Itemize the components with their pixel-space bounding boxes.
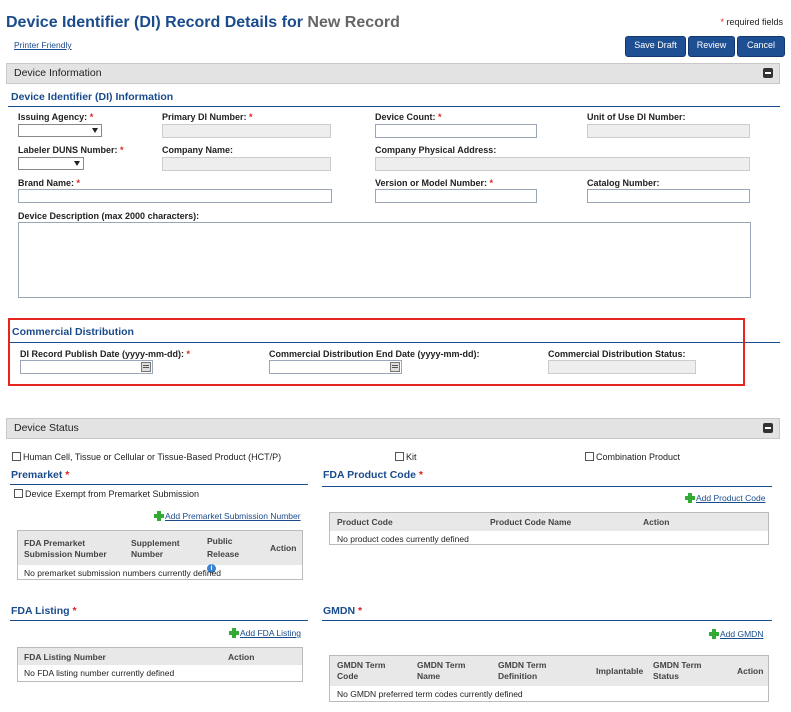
table-header: GMDN Term Code GMDN Term Name GMDN Term …: [330, 656, 768, 686]
column-header: GMDN Term Definition: [498, 660, 547, 681]
collapse-icon[interactable]: [763, 423, 773, 433]
device-description-label: Device Description (max 2000 characters)…: [18, 211, 200, 221]
column-header: Product Code: [337, 517, 393, 527]
add-product-code-link[interactable]: Add Product Code: [685, 493, 765, 503]
section-divider: [322, 620, 772, 621]
di-information-heading: Device Identifier (DI) Information: [11, 91, 174, 103]
kit-checkbox-row[interactable]: Kit: [395, 452, 417, 462]
unit-of-use-label: Unit of Use DI Number:: [587, 112, 686, 122]
add-fda-listing-link[interactable]: Add FDA Listing: [229, 628, 301, 638]
device-description-textarea[interactable]: [18, 222, 751, 298]
add-icon: [685, 493, 695, 503]
cancel-button[interactable]: Cancel: [737, 36, 785, 57]
gmdn-heading: GMDN *: [323, 605, 363, 617]
product-code-table: Product Code Product Code Name Action No…: [329, 512, 769, 545]
device-status-panel-header: Device Status: [6, 418, 780, 439]
highlight-box: [8, 318, 745, 386]
company-name-label: Company Name:: [162, 145, 234, 155]
add-icon: [709, 629, 719, 639]
exempt-checkbox-row[interactable]: Device Exempt from Premarket Submission: [14, 489, 199, 499]
issuing-agency-select[interactable]: [18, 124, 102, 137]
catalog-number-input[interactable]: [587, 189, 750, 203]
column-header: GMDN Term Code: [337, 660, 386, 681]
empty-row: No premarket submission numbers currentl…: [24, 568, 222, 578]
save-draft-button[interactable]: Save Draft: [625, 36, 686, 57]
column-header: Action: [228, 652, 255, 662]
version-model-label: Version or Model Number: *: [375, 178, 494, 188]
column-header: GMDN Term Name: [417, 660, 466, 681]
labeler-duns-select[interactable]: [18, 157, 84, 170]
add-icon: [229, 628, 239, 638]
column-header: Supplement Number: [131, 538, 180, 559]
column-header: Implantable: [596, 666, 644, 676]
table-header: FDA Listing Number Action: [18, 648, 302, 665]
collapse-icon[interactable]: [763, 68, 773, 78]
brand-name-input[interactable]: [18, 189, 332, 203]
device-count-label: Device Count: *: [375, 112, 442, 122]
gmdn-table: GMDN Term Code GMDN Term Name GMDN Term …: [329, 655, 769, 702]
required-fields-note: * required fields: [720, 17, 783, 27]
fda-listing-table: FDA Listing Number Action No FDA listing…: [17, 647, 303, 682]
add-premarket-link[interactable]: Add Premarket Submission Number: [154, 511, 301, 521]
fda-listing-heading: FDA Listing *: [11, 605, 77, 617]
column-header: Action: [737, 666, 764, 676]
labeler-duns-label: Labeler DUNS Number: *: [18, 145, 124, 155]
premarket-heading: Premarket *: [11, 469, 70, 481]
column-header: Action: [270, 543, 297, 553]
unit-of-use-field: [587, 124, 750, 138]
table-header: FDA Premarket Submission Number Suppleme…: [18, 531, 302, 573]
empty-row: No GMDN preferred term codes currently d…: [337, 689, 523, 699]
catalog-number-label: Catalog Number:: [587, 178, 660, 188]
company-address-field: [375, 157, 750, 171]
combination-checkbox[interactable]: [585, 452, 594, 461]
column-header: Product Code Name: [490, 517, 572, 527]
brand-name-label: Brand Name: *: [18, 178, 81, 188]
empty-row: No product codes currently defined: [337, 534, 469, 544]
product-code-heading: FDA Product Code *: [323, 469, 423, 481]
section-divider: [10, 620, 308, 621]
device-information-panel-header: Device Information: [6, 63, 780, 84]
column-header: FDA Listing Number: [24, 652, 106, 662]
table-header: Product Code Product Code Name Action: [330, 513, 768, 531]
section-divider: [8, 106, 780, 107]
primary-di-field: [162, 124, 331, 138]
column-header: FDA Premarket Submission Number: [24, 538, 107, 559]
version-model-input[interactable]: [375, 189, 537, 203]
review-button[interactable]: Review: [688, 36, 735, 57]
printer-friendly-link[interactable]: Printer Friendly: [14, 40, 72, 50]
column-header: GMDN Term Status: [653, 660, 702, 681]
section-divider: [322, 486, 772, 487]
add-icon: [154, 511, 164, 521]
page-title: Device Identifier (DI) Record Details fo…: [6, 14, 400, 31]
device-count-input[interactable]: [375, 124, 537, 138]
company-name-field: [162, 157, 331, 171]
add-gmdn-link[interactable]: Add GMDN: [709, 629, 763, 639]
hctp-checkbox-row[interactable]: Human Cell, Tissue or Cellular or Tissue…: [12, 452, 281, 462]
column-header: Action: [643, 517, 670, 527]
primary-di-label: Primary DI Number: *: [162, 112, 253, 122]
section-divider: [10, 484, 308, 485]
kit-checkbox[interactable]: [395, 452, 404, 461]
company-address-label: Company Physical Address:: [375, 145, 497, 155]
combination-checkbox-row[interactable]: Combination Product: [585, 452, 680, 462]
exempt-checkbox[interactable]: [14, 489, 23, 498]
premarket-table: FDA Premarket Submission Number Suppleme…: [17, 530, 303, 580]
issuing-agency-label: Issuing Agency: *: [18, 112, 94, 122]
hctp-checkbox[interactable]: [12, 452, 21, 461]
empty-row: No FDA listing number currently defined: [24, 668, 175, 678]
